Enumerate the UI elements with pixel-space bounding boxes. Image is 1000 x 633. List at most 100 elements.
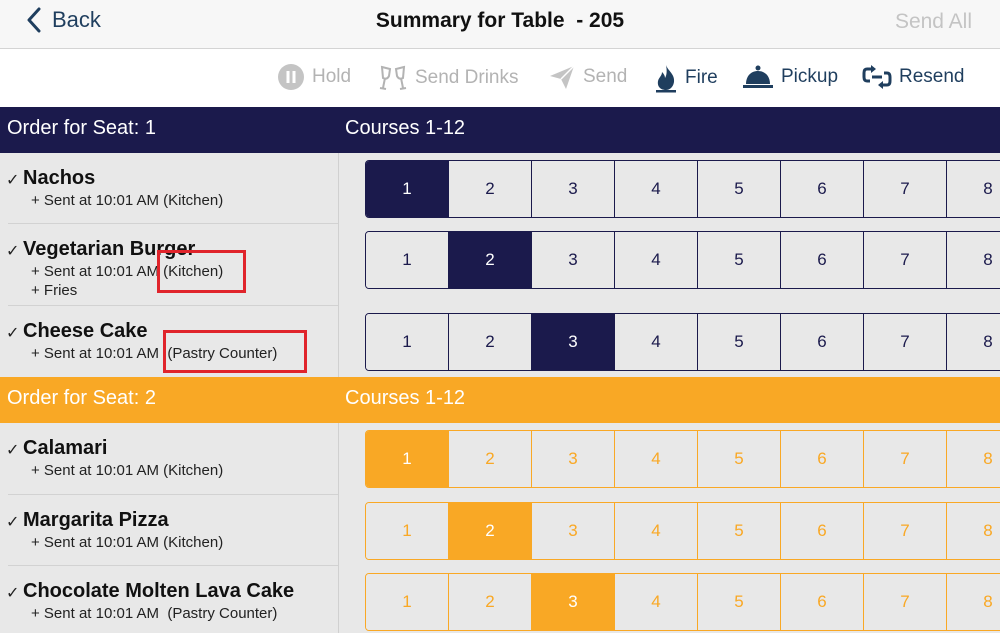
seat-2-header: Order for Seat: 2 Courses 1-12	[0, 377, 1000, 423]
course-button[interactable]: 5	[698, 431, 781, 487]
course-button[interactable]: 4	[615, 503, 698, 559]
resend-label: Resend	[899, 66, 965, 87]
course-button[interactable]: 7	[864, 431, 947, 487]
order-item-row: ✓ Vegetarian Burger + Sent at 10:01 AM (…	[0, 224, 1000, 306]
pause-icon	[278, 64, 304, 90]
flame-icon	[656, 65, 676, 93]
course-button[interactable]: 7	[864, 232, 947, 288]
check-icon: ✓	[6, 172, 20, 189]
course-button[interactable]: 2	[449, 161, 532, 217]
seat-header-label: Order for Seat: 1	[7, 117, 156, 139]
course-button[interactable]: 1	[366, 314, 449, 370]
pickup-button[interactable]: Pickup	[742, 63, 838, 91]
annotation-highlight-pastry-counter	[163, 330, 307, 373]
course-selector: 1 2 3 4 5 6 7 8	[365, 573, 1000, 631]
send-label: Send	[583, 66, 628, 87]
item-name[interactable]: Margarita Pizza	[23, 509, 169, 532]
course-button[interactable]: 1	[366, 161, 449, 217]
course-button[interactable]: 6	[781, 232, 864, 288]
course-button[interactable]: 3	[532, 232, 615, 288]
course-button[interactable]: 6	[781, 503, 864, 559]
course-button[interactable]: 2	[449, 314, 532, 370]
course-button[interactable]: 4	[615, 232, 698, 288]
order-item-row: ✓ Nachos + Sent at 10:01 AM (Kitchen) 1 …	[0, 153, 1000, 224]
course-button[interactable]: 6	[781, 314, 864, 370]
courses-label: Courses 1-12	[345, 387, 466, 409]
course-selector: 1 2 3 4 5 6 7 8	[365, 502, 1000, 560]
fire-button[interactable]: Fire	[654, 63, 718, 93]
resend-button[interactable]: Resend	[862, 63, 965, 91]
course-button[interactable]: 7	[864, 503, 947, 559]
course-button[interactable]: 6	[781, 431, 864, 487]
course-button[interactable]: 3	[532, 574, 615, 630]
course-button[interactable]: 7	[864, 314, 947, 370]
course-button[interactable]: 8	[947, 314, 1000, 370]
send-drinks-label: Send Drinks	[415, 67, 519, 88]
hold-button[interactable]: Hold	[277, 63, 351, 91]
item-sent-status: + Sent at 10:01 AM (Kitchen)	[31, 192, 224, 209]
item-sent-status: + Sent at 10:01 AM (Pastry Counter)	[31, 605, 278, 622]
paper-plane-icon	[550, 65, 575, 89]
item-name[interactable]: Cheese Cake	[23, 320, 148, 343]
service-bell-icon	[743, 65, 773, 88]
course-button[interactable]: 3	[532, 503, 615, 559]
course-button[interactable]: 8	[947, 503, 1000, 559]
course-button[interactable]: 7	[864, 161, 947, 217]
course-selector: 1 2 3 4 5 6 7 8	[365, 430, 1000, 488]
course-button[interactable]: 8	[947, 232, 1000, 288]
item-name[interactable]: Calamari	[23, 437, 108, 460]
course-button[interactable]: 8	[947, 574, 1000, 630]
check-icon: ✓	[6, 442, 20, 459]
course-button[interactable]: 5	[698, 503, 781, 559]
course-button[interactable]: 2	[449, 574, 532, 630]
action-toolbar: Hold Send Drinks Send Fire Pickup Resend	[0, 49, 1000, 107]
course-button[interactable]: 1	[366, 232, 449, 288]
fire-label: Fire	[685, 67, 718, 88]
course-button[interactable]: 6	[781, 161, 864, 217]
course-button[interactable]: 4	[615, 574, 698, 630]
send-button[interactable]: Send	[548, 63, 627, 91]
course-button[interactable]: 5	[698, 574, 781, 630]
glasses-icon	[379, 65, 407, 90]
course-button[interactable]: 1	[366, 431, 449, 487]
order-item-row: ✓ Calamari + Sent at 10:01 AM (Kitchen) …	[0, 423, 1000, 495]
order-item-row: ✓ Chocolate Molten Lava Cake + Sent at 1…	[0, 566, 1000, 633]
hold-label: Hold	[312, 66, 352, 87]
item-sent-status: + Sent at 10:01 AM (Kitchen)	[31, 462, 224, 479]
item-sent-status: + Sent at 10:01 AM (Kitchen)	[31, 534, 224, 551]
course-button[interactable]: 2	[449, 232, 532, 288]
course-button[interactable]: 3	[532, 314, 615, 370]
page-title: Summary for Table - 205	[375, 9, 625, 32]
course-button[interactable]: 5	[698, 161, 781, 217]
course-button[interactable]: 4	[615, 431, 698, 487]
annotation-highlight-kitchen	[157, 250, 246, 293]
course-button[interactable]: 4	[615, 314, 698, 370]
seat-header-label: Order for Seat: 2	[7, 387, 156, 409]
course-button[interactable]: 5	[698, 232, 781, 288]
course-button[interactable]: 2	[449, 431, 532, 487]
check-icon: ✓	[6, 325, 20, 342]
send-all-button[interactable]: Send All	[895, 10, 972, 34]
course-button[interactable]: 2	[449, 503, 532, 559]
link-arrows-icon	[862, 65, 892, 89]
send-drinks-button[interactable]: Send Drinks	[378, 63, 519, 93]
course-button[interactable]: 8	[947, 161, 1000, 217]
check-icon: ✓	[6, 585, 20, 602]
course-button[interactable]: 7	[864, 574, 947, 630]
check-icon: ✓	[6, 243, 20, 260]
course-selector: 1 2 3 4 5 6 7 8	[365, 231, 1000, 289]
course-button[interactable]: 1	[366, 574, 449, 630]
course-selector: 1 2 3 4 5 6 7 8	[365, 160, 1000, 218]
course-button[interactable]: 5	[698, 314, 781, 370]
course-button[interactable]: 4	[615, 161, 698, 217]
course-button[interactable]: 3	[532, 161, 615, 217]
course-button[interactable]: 8	[947, 431, 1000, 487]
item-name[interactable]: Chocolate Molten Lava Cake	[23, 580, 294, 603]
course-button[interactable]: 1	[366, 503, 449, 559]
seat-1-header: Order for Seat: 1 Courses 1-12	[0, 107, 1000, 153]
course-button[interactable]: 6	[781, 574, 864, 630]
item-modifier: + Fries	[31, 282, 78, 299]
item-name[interactable]: Nachos	[23, 167, 95, 190]
navigation-bar: Back Summary for Table - 205 Send All	[0, 0, 1000, 49]
course-button[interactable]: 3	[532, 431, 615, 487]
